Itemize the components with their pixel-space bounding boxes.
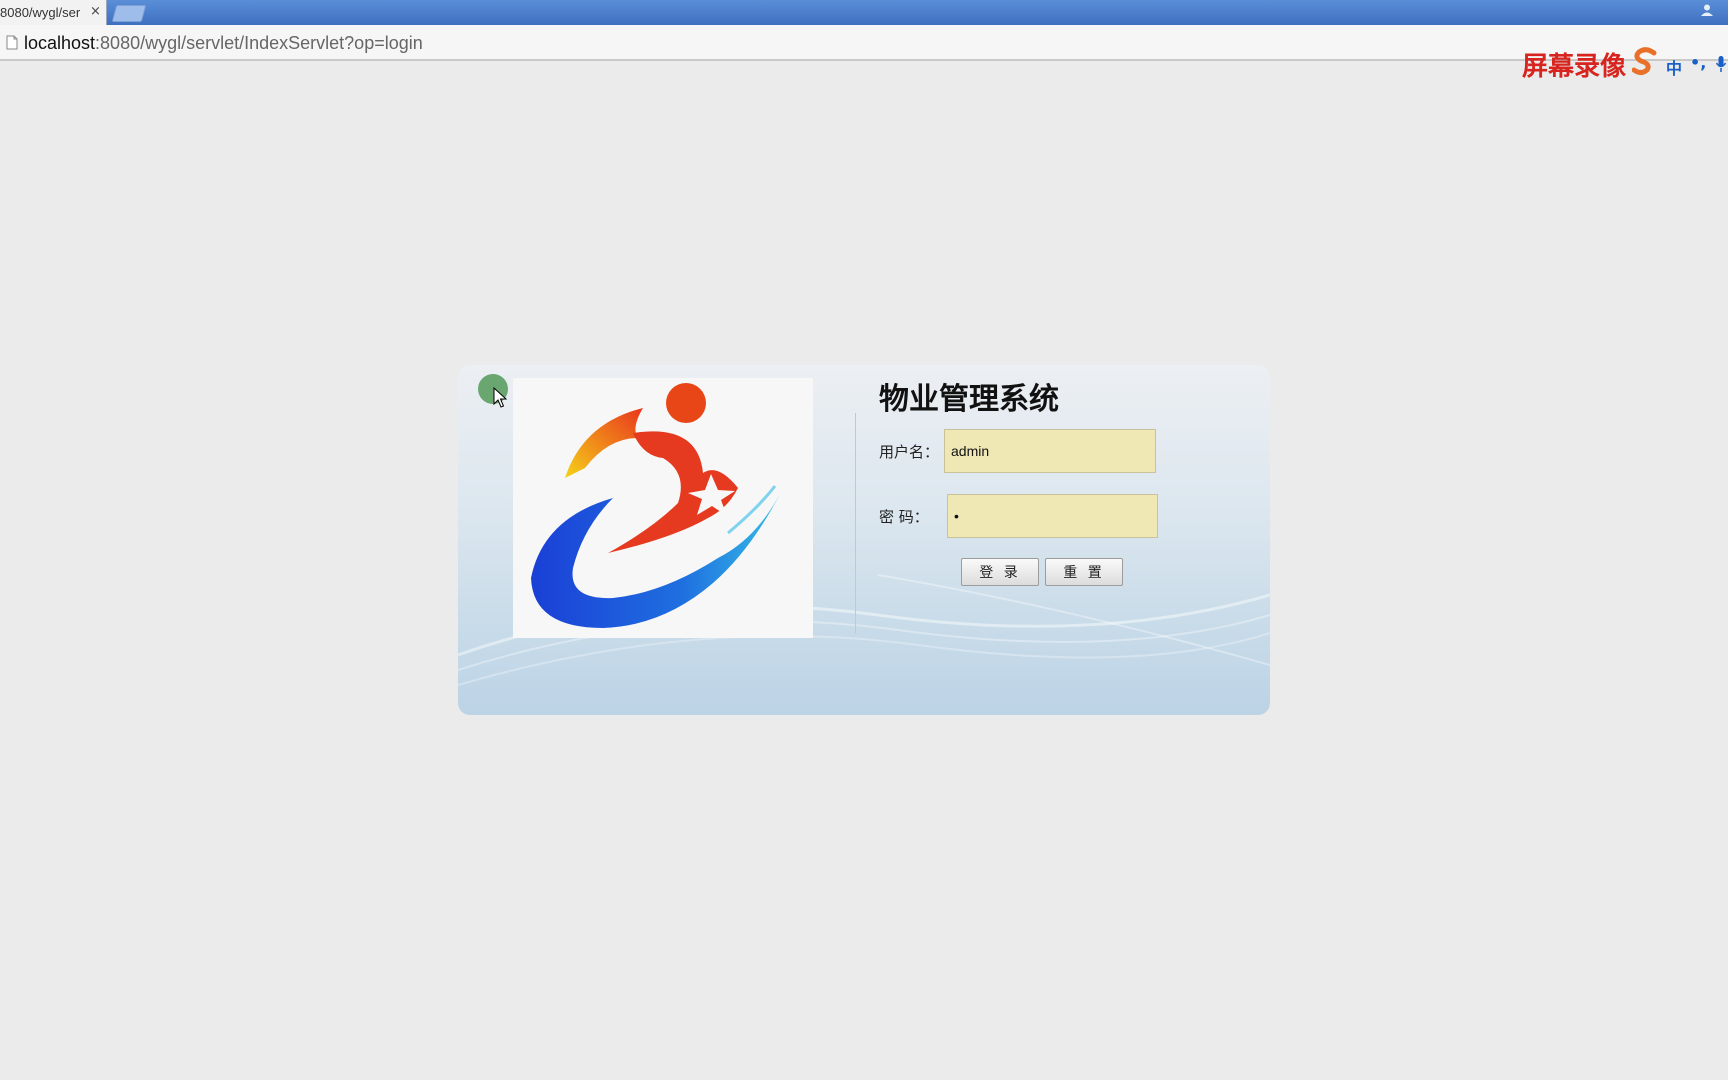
ime-mode-indicator[interactable]: 中	[1666, 55, 1682, 79]
login-panel: 物业管理系统 用户名： 密 码： 登 录 重 置	[458, 365, 1270, 715]
login-button[interactable]: 登 录	[961, 558, 1039, 586]
url-text[interactable]: localhost:8080/wygl/servlet/IndexServlet…	[24, 33, 423, 54]
new-tab-button[interactable]	[111, 5, 147, 22]
address-bar[interactable]: localhost:8080/wygl/servlet/IndexServlet…	[0, 25, 1728, 61]
company-logo	[513, 378, 813, 638]
username-input[interactable]	[944, 429, 1156, 473]
panel-divider	[855, 413, 856, 633]
ime-punct-indicator[interactable]: •,	[1690, 53, 1706, 72]
page-icon	[6, 35, 18, 50]
browser-tab[interactable]: 8080/wygl/ser ×	[0, 0, 107, 25]
password-label: 密 码：	[879, 508, 929, 526]
recorder-logo-icon	[1632, 47, 1657, 75]
close-icon[interactable]: ×	[90, 4, 101, 19]
mic-icon[interactable]	[1716, 56, 1726, 72]
recorder-watermark: 屏幕录像	[1522, 52, 1627, 82]
reset-button[interactable]: 重 置	[1045, 558, 1123, 586]
user-icon[interactable]	[1700, 3, 1714, 17]
system-title: 物业管理系统	[879, 382, 1059, 417]
password-input[interactable]	[947, 494, 1158, 538]
username-label: 用户名：	[879, 443, 940, 461]
tab-title: 8080/wygl/ser	[0, 5, 81, 20]
browser-tab-strip: 8080/wygl/ser ×	[0, 0, 1728, 25]
url-path: :8080/wygl/servlet/IndexServlet?op=login	[95, 33, 423, 53]
mouse-cursor-icon	[493, 387, 507, 408]
url-host: localhost	[24, 33, 96, 53]
